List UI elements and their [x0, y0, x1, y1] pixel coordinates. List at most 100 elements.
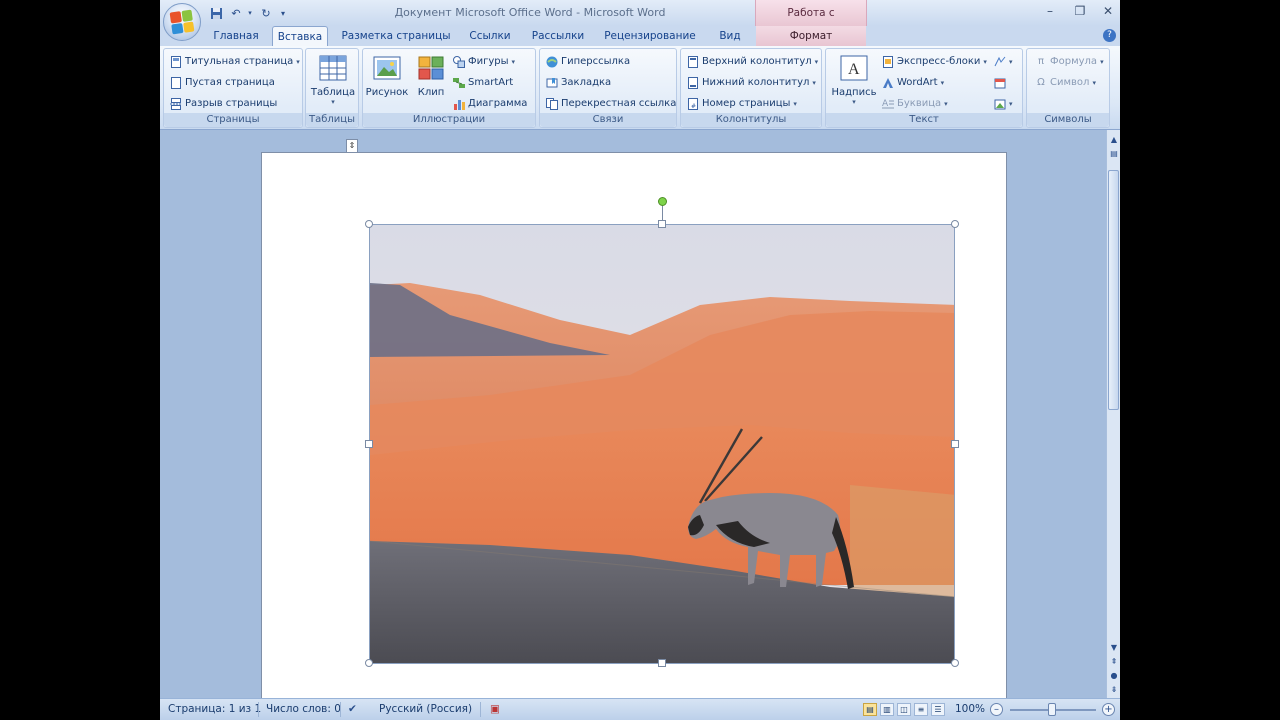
- hyperlink-button[interactable]: Гиперссылка: [546, 53, 630, 71]
- group-links: Гиперссылка Закладка Перекрестная ссылка…: [539, 48, 677, 128]
- picture-icon: [372, 53, 402, 83]
- help-icon[interactable]: ?: [1103, 29, 1116, 42]
- omega-icon: Ω: [1037, 77, 1045, 88]
- macro-record-icon[interactable]: ▣: [490, 703, 500, 715]
- resize-handle-left[interactable]: [365, 440, 373, 448]
- document-area[interactable]: ⇕: [160, 130, 1106, 712]
- bookmark-button[interactable]: Закладка: [546, 74, 611, 92]
- print-layout-icon[interactable]: ▤: [863, 703, 877, 716]
- scroll-down-icon[interactable]: ▼: [1108, 642, 1120, 654]
- tab-review[interactable]: Рецензирование: [600, 26, 700, 46]
- tab-format[interactable]: Формат: [756, 26, 866, 46]
- tab-mailings[interactable]: Рассылки: [526, 26, 590, 46]
- previous-page-icon[interactable]: ⇞: [1108, 656, 1120, 668]
- table-button[interactable]: Таблица ▾: [308, 53, 358, 115]
- footer-button[interactable]: Нижний колонтитул ▾: [687, 74, 816, 92]
- full-screen-reading-icon[interactable]: ▥: [880, 703, 894, 716]
- redo-icon[interactable]: ↻: [258, 5, 274, 21]
- language-indicator[interactable]: Русский (Россия): [379, 703, 472, 715]
- zoom-in-button[interactable]: +: [1102, 703, 1115, 716]
- rotate-handle[interactable]: [658, 197, 667, 206]
- word-count[interactable]: Число слов: 0: [266, 703, 341, 715]
- chart-icon: [453, 98, 465, 110]
- wordart-button[interactable]: WordArt ▾: [882, 74, 944, 92]
- vertical-scrollbar[interactable]: ▲ ▤ ▼ ⇞ ● ⇟: [1106, 130, 1120, 698]
- close-button[interactable]: ✕: [1098, 3, 1118, 19]
- zoom-slider-thumb[interactable]: [1048, 703, 1056, 716]
- ruler-view-icon[interactable]: ▤: [1108, 148, 1120, 160]
- cover-page-button[interactable]: Титульная страница ▾: [170, 53, 300, 71]
- group-text: A Надпись ▾ Экспресс-блоки ▾ WordArt ▾ A Б…: [825, 48, 1023, 128]
- clip-art-button[interactable]: Клип: [411, 53, 451, 115]
- title-bar: ↶ ▾ ↻ ▾ Документ Microsoft Office Word -…: [160, 0, 1120, 45]
- browse-object-icon[interactable]: ●: [1108, 670, 1120, 682]
- drop-cap-button[interactable]: A Буквица ▾: [882, 95, 948, 113]
- blank-page-button[interactable]: Пустая страница: [170, 74, 275, 92]
- cross-reference-button[interactable]: Перекрестная ссылка: [546, 95, 676, 113]
- quick-parts-button[interactable]: Экспресс-блоки ▾: [882, 53, 987, 71]
- resize-handle-right[interactable]: [951, 440, 959, 448]
- pi-icon: π: [1037, 56, 1045, 67]
- cross-reference-label: Перекрестная ссылка: [561, 98, 677, 109]
- quick-parts-icon: [882, 56, 894, 68]
- resize-handle-top-right[interactable]: [951, 220, 959, 228]
- bookmark-icon: [546, 77, 558, 89]
- restore-button[interactable]: ❐: [1070, 3, 1090, 19]
- svg-text:A: A: [848, 61, 860, 78]
- text-box-label: Надпись: [831, 87, 877, 98]
- outline-view-icon[interactable]: ≡: [914, 703, 928, 716]
- date-time-icon[interactable]: [994, 74, 1006, 92]
- web-layout-icon[interactable]: ◫: [897, 703, 911, 716]
- signature-line-icon[interactable]: ▾: [994, 53, 1013, 71]
- insert-object-icon[interactable]: ▾: [994, 95, 1013, 113]
- symbol-button[interactable]: Ω Символ ▾: [1035, 74, 1096, 92]
- resize-handle-bottom[interactable]: [658, 659, 666, 667]
- inserted-picture[interactable]: [369, 224, 955, 664]
- shapes-button[interactable]: Фигуры ▾: [453, 53, 515, 71]
- page-count[interactable]: Страница: 1 из 1: [168, 703, 261, 715]
- resize-handle-bottom-left[interactable]: [365, 659, 373, 667]
- tab-insert[interactable]: Вставка: [272, 26, 328, 47]
- scroll-thumb[interactable]: [1108, 170, 1119, 410]
- equation-button[interactable]: π Формула ▾: [1035, 53, 1104, 71]
- page-number-icon: #: [687, 98, 699, 110]
- document-page[interactable]: [261, 152, 1007, 712]
- wordart-label: WordArt: [897, 77, 938, 88]
- cover-page-icon: [170, 56, 182, 68]
- symbol-label: Символ: [1050, 77, 1090, 88]
- save-icon[interactable]: [208, 5, 224, 21]
- draft-view-icon[interactable]: ☰: [931, 703, 945, 716]
- text-box-icon: A: [839, 53, 869, 83]
- next-page-icon[interactable]: ⇟: [1108, 684, 1120, 696]
- picture-button[interactable]: Рисунок: [365, 53, 409, 115]
- header-button[interactable]: Верхний колонтитул ▾: [687, 53, 818, 71]
- group-pages-label: Страницы: [164, 113, 302, 127]
- spelling-check-icon[interactable]: ✔: [348, 703, 357, 715]
- resize-handle-bottom-right[interactable]: [951, 659, 959, 667]
- minimize-button[interactable]: –: [1040, 3, 1060, 19]
- undo-dropdown-icon[interactable]: ▾: [242, 5, 258, 21]
- zoom-level[interactable]: 100%: [955, 703, 985, 715]
- page-break-label: Разрыв страницы: [185, 98, 278, 109]
- tab-view[interactable]: Вид: [712, 26, 748, 46]
- group-headers-footers-label: Колонтитулы: [681, 113, 821, 127]
- status-separator: [340, 702, 341, 717]
- scroll-up-icon[interactable]: ▲: [1108, 134, 1120, 146]
- chart-label: Диаграмма: [468, 98, 528, 109]
- office-button[interactable]: [163, 3, 201, 41]
- clip-art-label: Клип: [417, 87, 445, 98]
- customize-toolbar-icon[interactable]: ▾: [275, 5, 291, 21]
- resize-handle-top-left[interactable]: [365, 220, 373, 228]
- smartart-button[interactable]: SmartArt: [453, 74, 513, 92]
- group-tables-label: Таблицы: [306, 113, 358, 127]
- tab-references[interactable]: Ссылки: [460, 26, 520, 46]
- zoom-out-button[interactable]: –: [990, 703, 1003, 716]
- page-break-button[interactable]: Разрыв страницы: [170, 95, 277, 113]
- ruler-toggle-icon[interactable]: ⇕: [346, 139, 358, 153]
- resize-handle-top[interactable]: [658, 220, 666, 228]
- tab-page-layout[interactable]: Разметка страницы: [340, 26, 452, 46]
- tab-home[interactable]: Главная: [210, 26, 262, 46]
- text-box-button[interactable]: A Надпись ▾: [828, 53, 880, 115]
- page-number-button[interactable]: # Номер страницы ▾: [687, 95, 797, 113]
- chart-button[interactable]: Диаграмма: [453, 95, 527, 113]
